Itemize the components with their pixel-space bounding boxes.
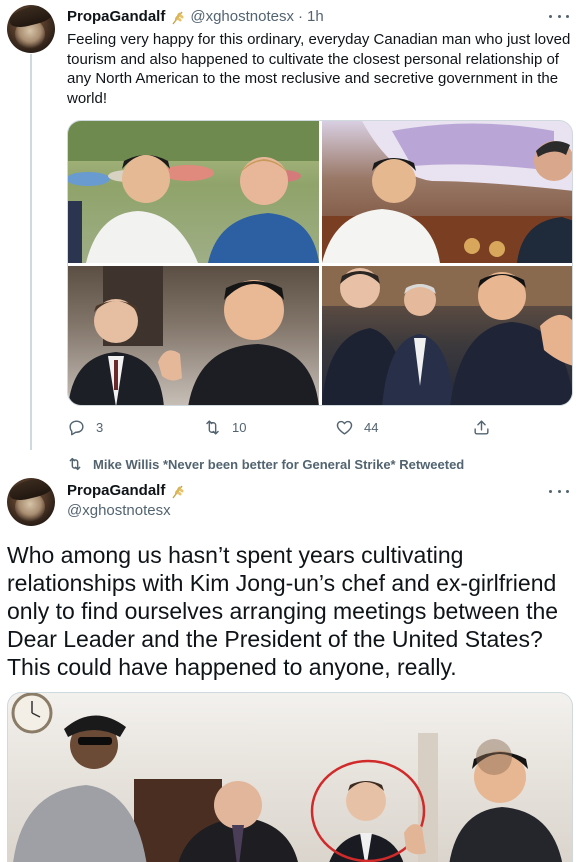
wheat-badge-icon — [172, 11, 184, 24]
like-button[interactable]: 44 — [335, 418, 378, 437]
more-icon[interactable] — [549, 9, 569, 23]
tweet-photo-illustration — [11, 693, 563, 862]
like-count: 44 — [364, 420, 379, 435]
author-handle[interactable]: @xghostnotesx — [67, 502, 171, 519]
timestamp[interactable]: 1h — [307, 8, 324, 25]
tweet-header: PropaGandalf @xghostnotesx · 1h — [67, 8, 324, 25]
share-icon — [474, 420, 489, 435]
tweet-text: Feeling very happy for this ordinary, ev… — [67, 31, 571, 107]
reply-button[interactable]: 3 — [67, 418, 103, 437]
photo-2[interactable] — [322, 121, 572, 263]
retweeted-by-banner[interactable]: Mike Willis *Never been better for Gener… — [67, 456, 464, 472]
tweet-actions: 3 10 44 — [67, 418, 573, 440]
photo-3-illustration — [68, 266, 319, 405]
avatar[interactable] — [7, 478, 55, 526]
like-icon — [336, 420, 353, 435]
reply-icon — [69, 420, 84, 436]
reply-count: 3 — [96, 420, 104, 435]
photo-4[interactable] — [322, 266, 572, 405]
photo-2-illustration — [322, 121, 572, 263]
tweet-1[interactable]: PropaGandalf @xghostnotesx · 1h Feeling … — [0, 0, 583, 452]
share-button[interactable] — [472, 418, 491, 437]
separator: · — [297, 8, 303, 25]
retweet-button[interactable]: 10 — [203, 418, 246, 437]
author-name[interactable]: PropaGandalf — [67, 8, 165, 25]
retweet-icon — [206, 420, 219, 435]
author-handle[interactable]: @xghostnotesx — [190, 8, 294, 25]
photo-3[interactable] — [68, 266, 319, 405]
retweeted-by-text: Mike Willis *Never been better for Gener… — [93, 456, 465, 472]
avatar[interactable] — [7, 5, 55, 53]
tweet-photo[interactable] — [7, 692, 573, 862]
tweet-header: PropaGandalf — [67, 482, 186, 499]
photo-grid[interactable] — [67, 120, 573, 406]
author-name[interactable]: PropaGandalf — [67, 482, 165, 499]
thread-connector-line — [30, 54, 32, 450]
photo-1-illustration — [68, 121, 319, 263]
retweet-count: 10 — [232, 420, 247, 435]
retweet-icon — [69, 457, 81, 471]
more-icon[interactable] — [549, 484, 569, 498]
photo-1[interactable] — [68, 121, 319, 263]
photo-4-illustration — [322, 266, 572, 405]
wheat-badge-icon — [172, 485, 184, 498]
tweet-text: Who among us hasn’t spent years cultivat… — [7, 542, 559, 680]
